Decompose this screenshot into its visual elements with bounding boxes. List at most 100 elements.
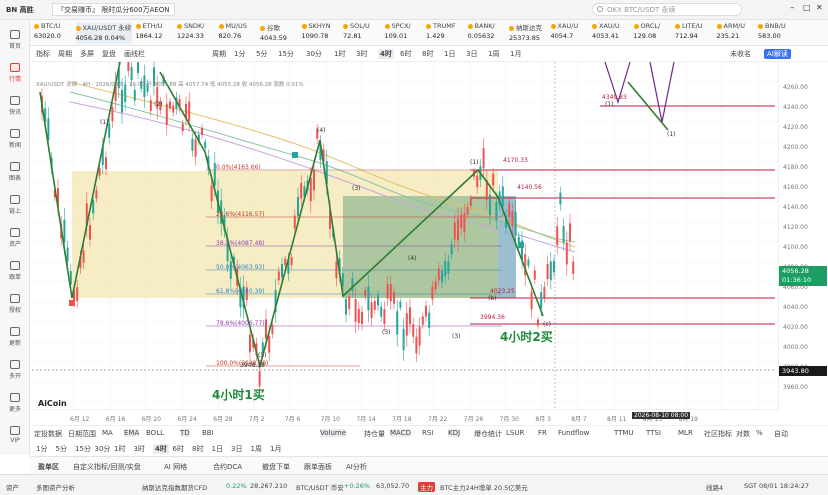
indicator-right-3[interactable]: RSI	[422, 429, 433, 437]
ticker-1[interactable]: XAU/USDT 永续 4056.28 0.04%	[75, 22, 132, 44]
toolbar-item-2[interactable]: 多屏	[80, 49, 94, 59]
search-input[interactable]: OKX BTC/USDT 永续	[592, 3, 742, 16]
toolbar-item-5[interactable]: 周期	[212, 49, 226, 59]
chart-canvas[interactable]: (1) (2) (4) (5) (3) (4) (1) (3) (3) (b) (c) (1) (1)	[30, 62, 778, 409]
status-item-6[interactable]: +0.26%	[344, 482, 370, 490]
toolbar-item-4[interactable]: 画线栏	[124, 49, 145, 59]
bottom-nav-6[interactable]: AI分析	[346, 462, 367, 472]
news-ticker[interactable]: BTC主力24H增单 20.5亿美元	[440, 482, 528, 492]
status-item-1[interactable]: 多图资产分析	[36, 482, 75, 492]
indicator-right-6[interactable]: LSUR	[506, 429, 524, 437]
bottom-nav-0[interactable]: 盈单区	[38, 462, 59, 472]
sidebar-item-12[interactable]: VIP	[0, 426, 30, 444]
sidebar-item-8[interactable]: 授权	[0, 294, 30, 314]
bottom-nav-2[interactable]: AI 网格	[164, 462, 187, 472]
ticker-2[interactable]: ETH/U 1864.12	[135, 22, 180, 44]
toolbar-item-6[interactable]: 1分	[234, 49, 245, 59]
indicator-right-13[interactable]: 对数	[736, 429, 750, 439]
bottom-nav-3[interactable]: 合约DCA	[213, 462, 242, 472]
indicator-right-5[interactable]: 爆仓统计	[474, 429, 502, 439]
indicator-left-0[interactable]: 定投数据	[34, 429, 62, 439]
indicator-right-1[interactable]: 持仓量	[364, 429, 385, 439]
indicator-left-3[interactable]: EMA	[124, 429, 140, 437]
toolbar-item-15[interactable]: 1日	[444, 49, 455, 59]
bottom-nav-1[interactable]: 自定义指标/回测/实盘	[73, 462, 141, 472]
indicator-left-2[interactable]: MA	[102, 429, 113, 437]
timeframe-8[interactable]: 8时	[192, 444, 203, 454]
timeframe-11[interactable]: 1周	[251, 444, 262, 454]
timeframe-0[interactable]: 1分	[36, 444, 47, 454]
toolbar-item-12[interactable]: 4时	[378, 49, 394, 59]
timeframe-3[interactable]: 30分	[95, 444, 111, 454]
toolbar-item-17[interactable]: 1周	[488, 49, 499, 59]
ticker-16[interactable]: ARM/U 235.21	[716, 22, 761, 44]
ticker-6[interactable]: SKHYN 1090.78	[301, 22, 346, 44]
timeframe-1[interactable]: 5分	[56, 444, 67, 454]
price-chart[interactable]: (1) (2) (4) (5) (3) (4) (1) (3) (3) (b) (c) (1) (1) …	[30, 62, 778, 409]
sidebar-item-0[interactable]: 首页	[0, 30, 30, 50]
toolbar-item-8[interactable]: 15分	[278, 49, 294, 59]
timeframe-7[interactable]: 6时	[173, 444, 184, 454]
indicator-right-2[interactable]: MACD	[390, 429, 411, 437]
indicator-left-6[interactable]: BBI	[202, 429, 214, 437]
toolbar-item-9[interactable]: 30分	[306, 49, 322, 59]
toolbar-item-14[interactable]: 8时	[422, 49, 433, 59]
toolbar-item-18[interactable]: 1月	[510, 49, 521, 59]
indicator-right-7[interactable]: FR	[538, 429, 547, 437]
ticker-8[interactable]: SPCX/109.01	[384, 22, 429, 44]
ticker-0[interactable]: BTC/U 63020.0	[34, 22, 78, 44]
sidebar-item-5[interactable]: 链上	[0, 195, 30, 215]
indicator-right-14[interactable]: %	[756, 429, 763, 437]
ticker-5[interactable]: 谷歌 4043.59	[260, 22, 304, 44]
ticker-11[interactable]: 纳斯达克 25373.85	[509, 22, 553, 44]
status-item-5[interactable]: BTC/USDT 币安	[296, 482, 344, 492]
toolbar-item-3[interactable]: 复盘	[102, 49, 116, 59]
timeframe-5[interactable]: 3时	[134, 444, 145, 454]
status-item-2[interactable]: 纳斯达克指数期货CFD	[142, 482, 207, 492]
sidebar-item-11[interactable]: 更多	[0, 393, 30, 413]
toolbar-item-7[interactable]: 5分	[256, 49, 267, 59]
maximize-icon[interactable]: □	[803, 3, 811, 12]
bottom-nav-5[interactable]: 跟单面板	[304, 462, 332, 472]
ticker-3[interactable]: SNDK/1224.33	[177, 22, 221, 44]
ticker-7[interactable]: SOL/U 72.81	[343, 22, 387, 44]
indicator-right-11[interactable]: MLR	[678, 429, 693, 437]
sidebar-item-10[interactable]: 多开	[0, 360, 30, 380]
status-item-4[interactable]: 28,267.210	[250, 482, 287, 490]
ticker-14[interactable]: ORCL/129.08	[633, 22, 678, 44]
timeframe-9[interactable]: 1日	[212, 444, 223, 454]
timeframe-4[interactable]: 1时	[114, 444, 125, 454]
toolbar-item-11[interactable]: 3时	[356, 49, 367, 59]
ticker-9[interactable]: TRUMF 1.429	[426, 22, 470, 44]
timeframe-6[interactable]: 4时	[153, 444, 169, 454]
bottom-nav-4[interactable]: 撤盘下单	[262, 462, 290, 472]
sidebar-item-7[interactable]: 跟单	[0, 261, 30, 281]
timeframe-12[interactable]: 1月	[270, 444, 281, 454]
indicator-right-10[interactable]: TTSI	[646, 429, 661, 437]
status-item-3[interactable]: 0.22%	[226, 482, 247, 490]
status-item-7[interactable]: 63,052.70	[376, 482, 409, 490]
sidebar-item-1[interactable]: 行情	[0, 63, 30, 83]
indicator-right-12[interactable]: 社区指标	[704, 429, 732, 439]
indicator-right-8[interactable]: Fundflow	[558, 429, 589, 437]
toolbar-item-10[interactable]: 1时	[334, 49, 345, 59]
ticker-13[interactable]: XAU/U 4053.41	[592, 22, 636, 44]
ticker-4[interactable]: MU/US 820.76	[218, 22, 263, 44]
ticker-12[interactable]: XAU/U 4054.7	[550, 22, 595, 44]
timeframe-2[interactable]: 15分	[75, 444, 91, 454]
indicator-left-1[interactable]: 日期范围	[68, 429, 96, 439]
sidebar-item-9[interactable]: 更新	[0, 327, 30, 347]
ticker-17[interactable]: BNB/U 583.00	[758, 22, 802, 44]
toolbar-right-0[interactable]: 未收名	[730, 49, 751, 59]
sidebar-item-3[interactable]: 新闻	[0, 129, 30, 149]
indicator-right-4[interactable]: KDJ	[448, 429, 461, 437]
indicator-right-0[interactable]: Volume	[320, 429, 347, 437]
ticker-15[interactable]: LITE/U 712.94	[675, 22, 719, 44]
sidebar-item-6[interactable]: 资产	[0, 228, 30, 248]
toolbar-right-1[interactable]: AI解读	[764, 49, 791, 59]
toolbar-item-13[interactable]: 6时	[400, 49, 411, 59]
close-icon[interactable]: ✕	[816, 3, 823, 12]
minimize-icon[interactable]: –	[790, 3, 795, 13]
toolbar-item-16[interactable]: 3日	[466, 49, 477, 59]
toolbar-item-0[interactable]: 指标	[36, 49, 50, 59]
